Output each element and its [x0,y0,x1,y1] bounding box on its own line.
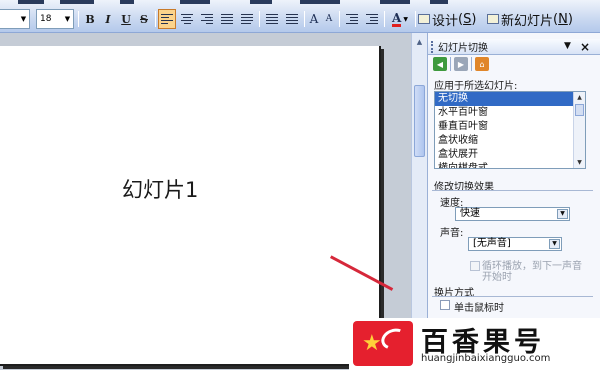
bullets-button[interactable] [283,9,301,29]
transition-listbox[interactable]: 无切换 水平百叶窗 垂直百叶窗 盒状收缩 盒状展开 横向棋盘式 ▲ ▼ [434,91,586,169]
grow-font-button[interactable]: A [306,9,322,29]
speed-select[interactable]: 快速 ▼ [455,207,570,221]
design-hotkey: S [463,11,472,27]
task-pane-title: 幻灯片切换 [438,43,488,54]
font-name-combo[interactable]: ▼ [0,9,30,29]
align-left-icon [161,14,173,24]
decrease-indent-button[interactable] [343,9,361,29]
align-left-button[interactable] [158,9,176,29]
back-arrow-icon[interactable]: ◀ [433,57,447,71]
increase-indent-icon [366,14,378,24]
shadow-button[interactable]: S [136,9,152,29]
font-color-button[interactable]: A ▼ [388,9,412,29]
task-pane-header: 幻灯片切换 ▼ × [428,39,600,55]
speed-value: 快速 [460,208,480,219]
justify-button[interactable] [218,9,236,29]
scroll-down-arrow-icon[interactable]: ▼ [574,157,585,168]
section-divider [432,296,593,297]
design-label: 设计 [432,13,459,29]
section-divider [432,190,593,191]
sound-select[interactable]: [无声音] ▼ [468,237,562,251]
new-slide-button[interactable]: 新幻灯片(N) [487,9,573,29]
scroll-up-arrow-icon[interactable]: ▲ [413,35,426,49]
align-right-button[interactable] [198,9,216,29]
scroll-up-arrow-icon[interactable]: ▲ [574,92,585,103]
close-icon[interactable]: × [580,40,590,54]
listbox-scroll-thumb[interactable] [575,104,584,116]
transition-option[interactable]: 盒状收缩 [435,134,585,148]
distributed-icon [241,14,253,24]
chevron-down-icon[interactable]: ▼ [549,239,560,249]
underline-button[interactable]: U [118,9,134,29]
chevron-down-icon[interactable]: ▼ [18,10,29,28]
numbering-icon [266,14,278,24]
distributed-button[interactable] [238,9,256,29]
numbering-button[interactable] [263,9,281,29]
menu-bar-fragment [0,0,600,4]
pane-menu-chevron-icon[interactable]: ▼ [564,41,571,51]
new-slide-label: 新幻灯片 [501,13,554,29]
on-mouse-click-label: 单击鼠标时 [454,303,504,314]
bold-button[interactable]: B [82,9,98,29]
bullets-icon [286,14,298,24]
sound-value: [无声音] [473,238,511,249]
transition-option[interactable]: 横向棋盘式 [435,162,585,168]
home-icon[interactable]: ⌂ [475,57,489,71]
transition-option[interactable]: 水平百叶窗 [435,106,585,120]
font-size-combo[interactable]: 18 ▼ [36,9,74,29]
slide-canvas[interactable]: 幻灯片1 [0,46,381,366]
drag-handle[interactable] [431,40,436,53]
align-center-icon [181,14,193,24]
on-mouse-click-checkbox[interactable] [440,300,450,310]
formatting-toolbar: ▼ 18 ▼ B I U S A A A ▼ 设计 (S) 新幻灯片 (N… [0,0,600,33]
loop-sound-checkbox[interactable] [470,261,480,271]
design-icon [418,14,430,24]
align-center-button[interactable] [178,9,196,29]
slide-title-placeholder[interactable]: 幻灯片1 [122,174,198,204]
decrease-indent-icon [346,14,358,24]
sound-label: 声音: [440,228,464,239]
transition-option[interactable]: 垂直百叶窗 [435,120,585,134]
forward-arrow-icon[interactable]: ▶ [454,57,468,71]
task-pane-navigation: ◀ ▶ ⌂ [433,57,489,72]
font-size-value: 18 [40,14,52,24]
new-slide-hotkey: N [558,11,568,27]
grow-font-icon: A [309,12,319,26]
scrollbar-thumb[interactable] [414,85,425,157]
justify-icon [221,14,233,24]
shrink-font-button[interactable]: A [322,9,336,29]
shrink-font-icon: A [325,14,333,24]
chevron-down-icon[interactable]: ▼ [557,209,568,219]
loop-sound-label-line2: 开始时 [482,272,512,283]
transition-list: 无切换 水平百叶窗 垂直百叶窗 盒状收缩 盒状展开 横向棋盘式 [435,92,585,168]
chevron-down-icon[interactable]: ▼ [62,10,73,28]
transition-option[interactable]: 盒状展开 [435,148,585,162]
align-right-icon [201,14,213,24]
listbox-scrollbar[interactable]: ▲ ▼ [573,92,585,168]
watermark-url: huangjinbaixiangguo.com [421,353,551,364]
font-color-icon: A [392,10,402,27]
chevron-down-icon[interactable]: ▼ [403,16,408,23]
transition-option[interactable]: 无切换 [435,92,585,106]
watermark-banner: ★ 百香果号 huangjinbaixiangguo.com [349,318,600,370]
italic-button[interactable]: I [100,9,116,29]
watermark-logo-icon: ★ [353,321,413,366]
increase-indent-button[interactable] [363,9,381,29]
apply-label: 应用于所选幻灯片: [434,81,518,92]
new-slide-icon [487,14,499,24]
design-button[interactable]: 设计(S) [418,9,476,29]
